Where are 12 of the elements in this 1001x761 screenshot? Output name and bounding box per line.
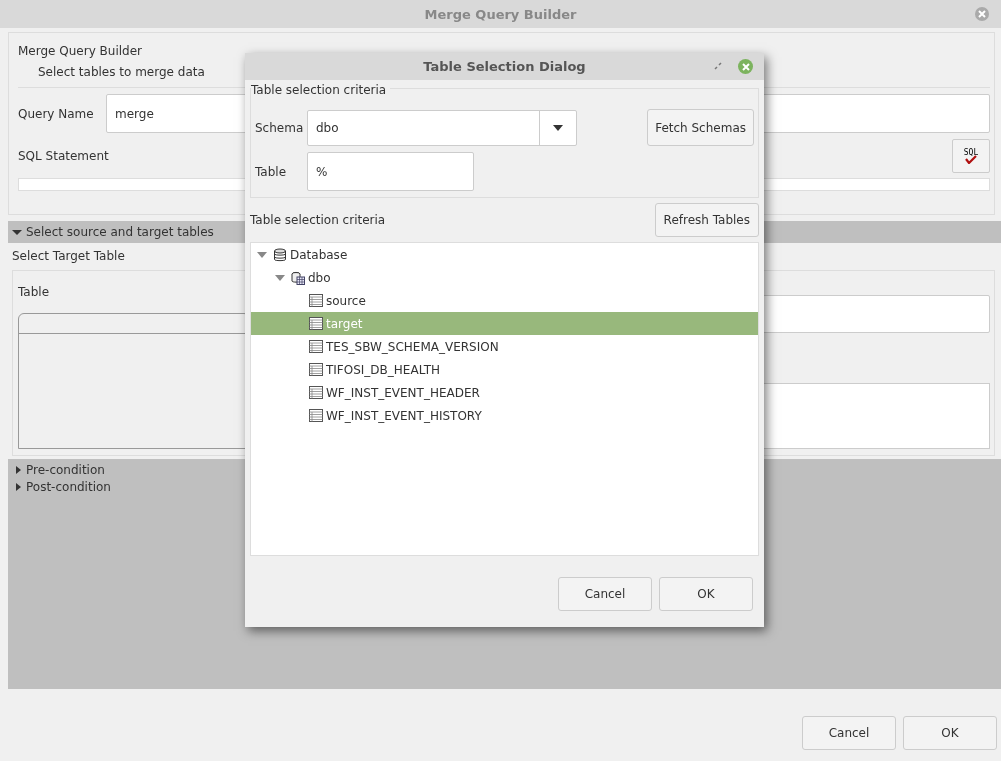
target-table-label: Select Target Table [12,248,125,265]
header-title: Merge Query Builder [18,43,142,60]
table-label: Table [18,285,51,299]
table-label: Table [255,164,288,179]
header-subtitle: Select tables to merge data [38,64,205,81]
window-title: Merge Query Builder [424,6,577,22]
group-title: Table selection criteria [251,83,391,97]
tree-label: Table selection criteria [250,213,386,227]
query-name-label: Query Name [18,106,95,121]
sql-statement-label: SQL Statement [18,149,109,163]
dialog-title: Table Selection Dialog [423,59,586,74]
schema-label: Schema [255,120,305,135]
